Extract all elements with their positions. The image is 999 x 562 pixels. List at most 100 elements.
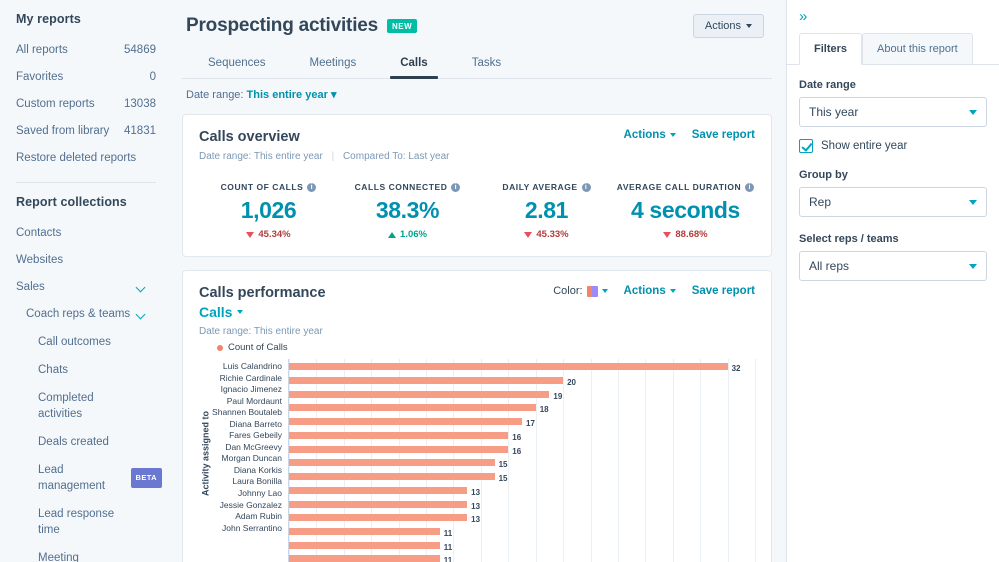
- chart-bar-row[interactable]: 16: [289, 431, 755, 444]
- kpi-label: AVERAGE CALL DURATION i: [616, 182, 755, 192]
- chart-bar[interactable]: [289, 418, 522, 426]
- calls-overview-date-range: Date range: This entire year: [199, 151, 323, 162]
- chart-bar-row[interactable]: 18: [289, 404, 755, 416]
- sidebar-report-row[interactable]: Saved from library 41831: [0, 118, 172, 145]
- chart-bar-row[interactable]: 15: [289, 459, 755, 471]
- sidebar-report-label: Favorites: [16, 71, 64, 83]
- kpi-delta-text: 1.06%: [400, 229, 427, 240]
- calls-performance-title: Calls performance: [199, 285, 326, 301]
- chart-bar-row[interactable]: 16: [289, 445, 755, 458]
- tab-sequences[interactable]: Sequences: [186, 50, 288, 78]
- chart-bar[interactable]: [289, 363, 728, 371]
- chart-bar-row[interactable]: 32: [289, 363, 755, 375]
- tab-filters[interactable]: Filters: [799, 33, 863, 65]
- sidebar-item-restore-deleted-reports[interactable]: Restore deleted reports: [0, 145, 172, 172]
- calls-overview-actions-button[interactable]: Actions: [624, 129, 676, 141]
- chart-category-label: Morgan Duncan: [221, 453, 282, 464]
- chart-bar-row[interactable]: 17: [289, 418, 755, 430]
- sidebar-report-row[interactable]: All reports 54869: [0, 37, 172, 64]
- info-icon[interactable]: i: [745, 182, 755, 192]
- calls-performance-actions-button[interactable]: Actions: [624, 285, 676, 297]
- chart-bar-value: 11: [443, 542, 453, 552]
- chart-bar-row[interactable]: 19: [289, 390, 755, 403]
- chart-bar[interactable]: [289, 555, 440, 562]
- chevron-down-icon: [237, 310, 244, 314]
- info-icon[interactable]: i: [581, 182, 591, 192]
- kpi-label: CALLS CONNECTED i: [338, 182, 477, 192]
- sidebar-item-meeting-outcomes[interactable]: Meeting outcomes: [0, 544, 172, 562]
- chevron-down-icon: [746, 24, 752, 28]
- chart-bar[interactable]: [289, 486, 468, 494]
- collapse-panel-icon[interactable]: »: [799, 9, 807, 24]
- tab-about-this-report[interactable]: About this report: [862, 33, 973, 65]
- tab-meetings[interactable]: Meetings: [288, 50, 379, 78]
- chart-bar-row[interactable]: 20: [289, 376, 755, 389]
- sidebar-item-chats[interactable]: Chats: [0, 356, 172, 384]
- info-icon[interactable]: i: [451, 182, 461, 192]
- bar-chart: Activity assigned to Luis Calandrino Rich…: [199, 359, 756, 562]
- subtitle-divider: |: [331, 151, 335, 162]
- sidebar-item-lead-response-time[interactable]: Lead response time: [0, 500, 172, 544]
- kpi-value: 1,026: [240, 197, 297, 223]
- sidebar-item-coach-reps-teams[interactable]: Coach reps & teams: [0, 301, 172, 328]
- group-by-field-label: Group by: [799, 169, 848, 181]
- sidebar-item-websites[interactable]: Websites: [0, 247, 172, 274]
- chart-bar-value: 15: [498, 460, 508, 470]
- calls-performance-metric-selector[interactable]: Calls: [199, 304, 326, 320]
- page-actions-label: Actions: [704, 20, 741, 32]
- chart-y-axis-title: Activity assigned to: [200, 410, 211, 496]
- triangle-down-icon: [663, 231, 672, 238]
- kpi-delta: 88.68%: [616, 229, 755, 240]
- group-by-select[interactable]: Rep: [799, 187, 987, 217]
- chart-bar-row[interactable]: 13: [289, 514, 755, 526]
- chart-bar[interactable]: [289, 445, 509, 453]
- tab-calls[interactable]: Calls: [378, 50, 450, 79]
- right-panel-tabs: Filters About this report: [787, 32, 999, 65]
- chart-bar[interactable]: [289, 500, 468, 508]
- sidebar-report-label: All reports: [16, 44, 68, 56]
- chart-bar[interactable]: [289, 541, 440, 549]
- sidebar-item-sales[interactable]: Sales: [0, 274, 172, 301]
- sidebar-item-label: Deals created: [38, 436, 109, 448]
- chart-bar[interactable]: [289, 473, 495, 481]
- date-range-link[interactable]: This entire year ▾: [247, 89, 337, 101]
- sidebar-item-contacts[interactable]: Contacts: [0, 220, 172, 247]
- info-icon[interactable]: i: [307, 182, 317, 192]
- page-actions-button[interactable]: Actions: [692, 14, 764, 38]
- calls-performance-save-report-button[interactable]: Save report: [692, 285, 755, 297]
- chart-bar[interactable]: [289, 376, 564, 384]
- chart-bar-row[interactable]: 13: [289, 486, 755, 499]
- sidebar-report-row[interactable]: Favorites 0: [0, 64, 172, 91]
- chart-bar-value: 15: [498, 474, 508, 484]
- sidebar-report-count: 41831: [124, 125, 156, 137]
- chart-bar-row[interactable]: 15: [289, 473, 755, 485]
- chart-bar-row[interactable]: 11: [289, 528, 755, 540]
- chart-bar[interactable]: [289, 404, 536, 412]
- calls-overview-subtitle: Date range: This entire year | Compared …: [199, 151, 755, 162]
- my-reports-list: All reports 54869 Favorites 0 Custom reports…: [0, 37, 172, 145]
- sidebar-report-row[interactable]: Custom reports 13038: [0, 91, 172, 118]
- tab-tasks[interactable]: Tasks: [450, 50, 523, 78]
- chart-bar[interactable]: [289, 431, 509, 439]
- chart-bar[interactable]: [289, 390, 550, 398]
- date-range-select[interactable]: This year: [799, 97, 987, 127]
- sidebar-item-call-outcomes[interactable]: Call outcomes: [0, 328, 172, 356]
- report-tabs: Sequences Meetings Calls Tasks: [182, 50, 772, 79]
- calls-overview-save-report-button[interactable]: Save report: [692, 129, 755, 141]
- chart-bar[interactable]: [289, 514, 468, 522]
- sidebar-item-completed-activities[interactable]: Completed activities: [0, 384, 172, 428]
- sidebar-report-label: Saved from library: [16, 125, 110, 137]
- sidebar-item-lead-management[interactable]: Lead management BETA: [0, 456, 172, 500]
- chart-bar-row[interactable]: 11: [289, 555, 755, 562]
- chart-bar[interactable]: [289, 528, 440, 535]
- checkbox-checked-icon: [799, 139, 813, 153]
- select-reps-select[interactable]: All reps: [799, 251, 987, 281]
- kpi-value: 38.3%: [375, 197, 440, 223]
- page-header: Prospecting activities NEW Actions: [182, 10, 772, 38]
- chart-bar-row[interactable]: 13: [289, 500, 755, 513]
- show-entire-year-checkbox[interactable]: Show entire year: [799, 139, 987, 153]
- chart-bar-row[interactable]: 11: [289, 541, 755, 554]
- chart-bar[interactable]: [289, 459, 495, 467]
- color-picker[interactable]: Color:: [553, 285, 608, 297]
- sidebar-item-deals-created[interactable]: Deals created: [0, 428, 172, 456]
